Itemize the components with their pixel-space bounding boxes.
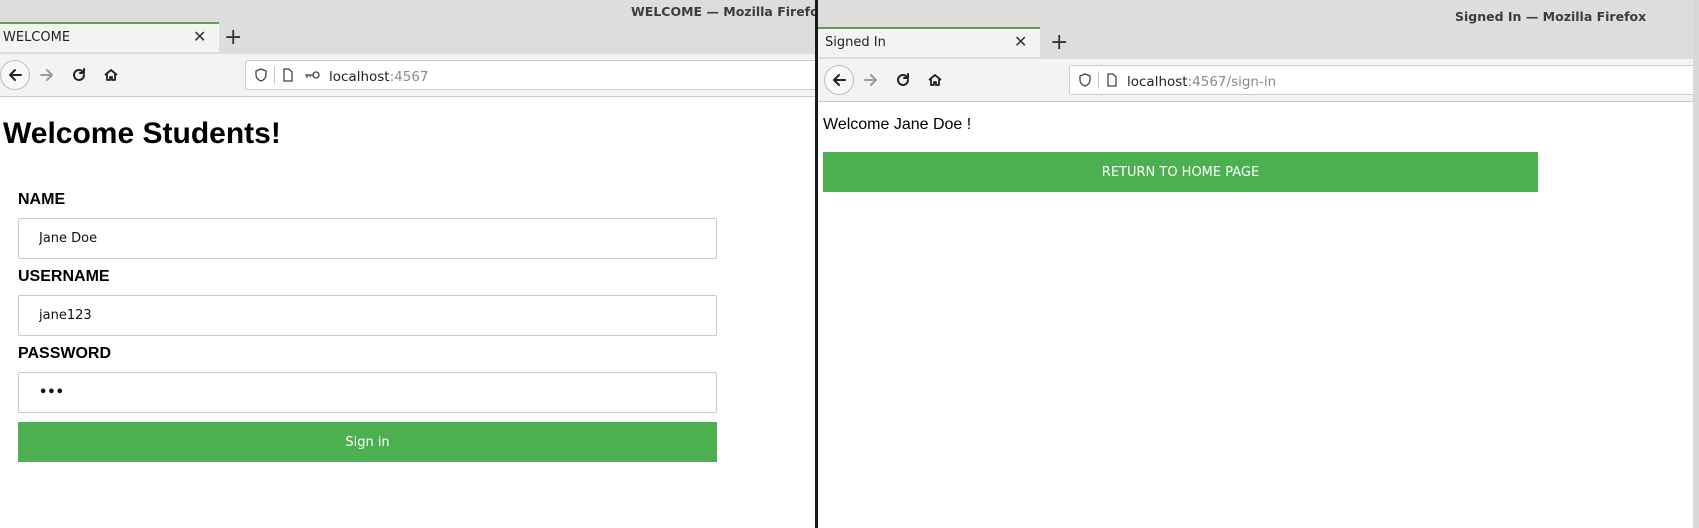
password-label: PASSWORD <box>18 345 112 362</box>
url-separator <box>274 66 275 84</box>
right-tab-signed-in[interactable]: Signed In ✕ <box>818 27 1040 57</box>
home-icon[interactable] <box>96 60 126 90</box>
page-title: Welcome Students! <box>3 117 281 150</box>
username-label: USERNAME <box>18 268 110 285</box>
reload-icon[interactable] <box>64 60 94 90</box>
left-browser-window: WELCOME — Mozilla Firefox WELCOME ✕ + lo… <box>0 0 815 528</box>
signed-in-page: Welcome Jane Doe ! RETURN TO HOME PAGE <box>818 102 1699 528</box>
left-titlebar: WELCOME — Mozilla Firefox WELCOME ✕ + <box>0 0 815 54</box>
right-url-host: localhost <box>1127 73 1188 90</box>
back-arrow-icon[interactable] <box>0 60 30 90</box>
name-input[interactable] <box>18 218 717 259</box>
right-url-text: localhost:4567/sign-in <box>1127 71 1276 90</box>
left-tab-welcome[interactable]: WELCOME ✕ <box>0 22 219 52</box>
right-titlebar: Signed In — Mozilla Firefox Signed In ✕ … <box>818 0 1699 59</box>
close-icon[interactable]: ✕ <box>193 27 206 46</box>
right-url-path: :4567/sign-in <box>1187 73 1277 90</box>
close-icon[interactable]: ✕ <box>1014 32 1027 51</box>
password-input[interactable] <box>18 372 717 413</box>
url-separator <box>1098 71 1099 89</box>
left-url-text: localhost:4567 <box>329 66 429 85</box>
forward-arrow-icon[interactable] <box>32 60 62 90</box>
username-input[interactable] <box>18 295 717 336</box>
home-icon[interactable] <box>920 65 950 95</box>
welcome-message: Welcome Jane Doe ! <box>823 116 972 133</box>
left-url-host: localhost <box>329 68 390 85</box>
shield-icon[interactable] <box>1078 73 1092 87</box>
window-edge <box>1693 0 1699 528</box>
left-navbar: localhost:4567 <box>0 54 815 97</box>
page-icon[interactable] <box>1105 73 1119 87</box>
left-window-title: WELCOME — Mozilla Firefox <box>631 4 815 19</box>
page-icon[interactable] <box>281 68 295 82</box>
right-tab-title: Signed In <box>825 35 886 50</box>
plus-icon[interactable]: + <box>224 27 242 49</box>
right-navbar: localhost:4567/sign-in <box>818 59 1699 102</box>
return-home-button[interactable]: RETURN TO HOME PAGE <box>823 152 1538 192</box>
welcome-page: Welcome Students! NAME USERNAME PASSWORD… <box>0 97 815 528</box>
key-icon[interactable] <box>303 68 321 82</box>
name-label: NAME <box>18 191 66 208</box>
right-browser-window: Signed In — Mozilla Firefox Signed In ✕ … <box>815 0 1699 528</box>
plus-icon[interactable]: + <box>1050 32 1068 54</box>
forward-arrow-icon[interactable] <box>856 65 886 95</box>
left-url-bar[interactable]: localhost:4567 <box>245 60 815 90</box>
sign-in-button[interactable]: Sign in <box>18 422 717 462</box>
shield-icon[interactable] <box>254 68 268 82</box>
back-arrow-icon[interactable] <box>824 65 854 95</box>
left-tab-title: WELCOME <box>3 30 71 45</box>
right-window-title: Signed In — Mozilla Firefox <box>1455 9 1647 24</box>
reload-icon[interactable] <box>888 65 918 95</box>
left-url-port: :4567 <box>389 68 429 85</box>
right-url-bar[interactable]: localhost:4567/sign-in <box>1069 65 1699 95</box>
